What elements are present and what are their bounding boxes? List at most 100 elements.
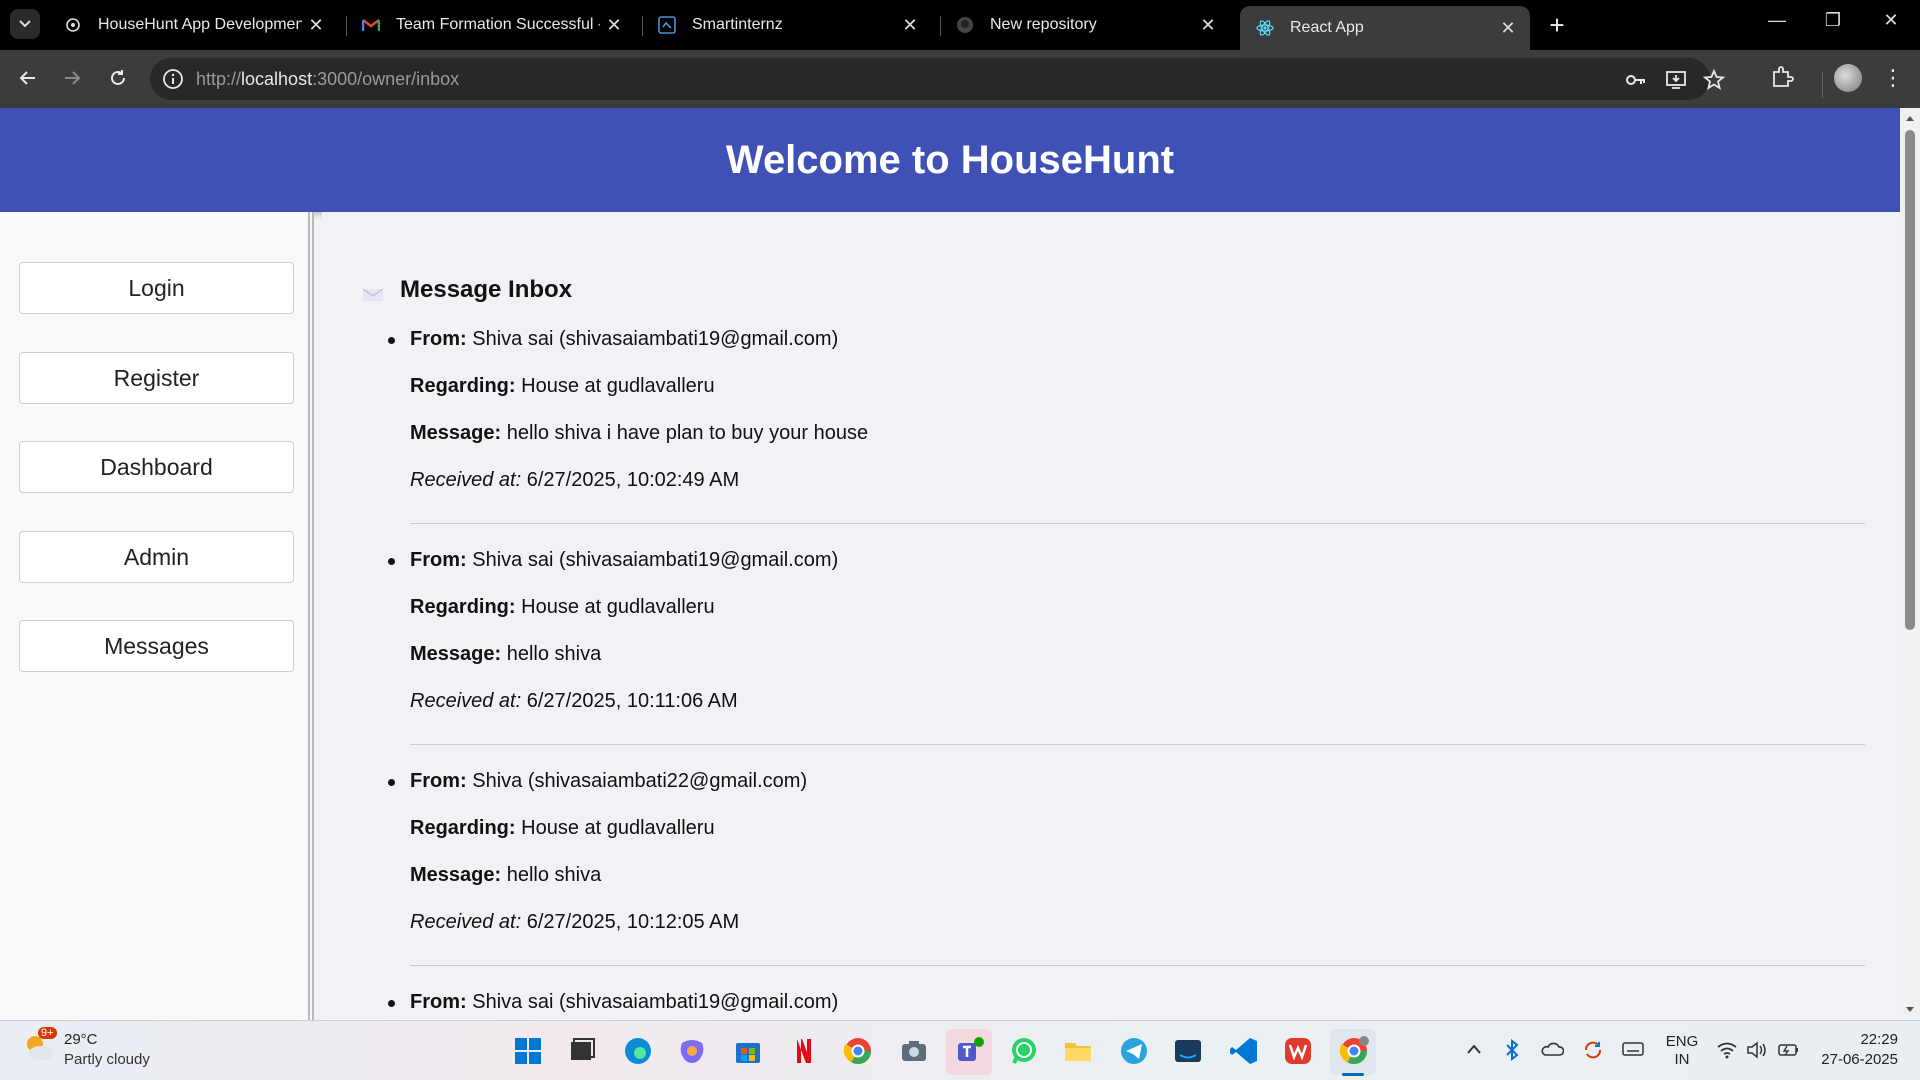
windows-start-icon[interactable]	[512, 1035, 544, 1067]
sidebar-register-button[interactable]: Register	[19, 352, 294, 404]
page-viewport: Welcome to HouseHunt Login Register Dash…	[0, 108, 1920, 1020]
message-regarding: Regarding: House at gudlavalleru	[410, 375, 715, 398]
edge-browser-icon[interactable]	[622, 1035, 654, 1067]
onedrive-icon[interactable]	[1540, 1041, 1564, 1057]
github-icon	[956, 16, 974, 34]
received-label: Received at:	[410, 469, 522, 491]
sidebar-messages-button[interactable]: Messages	[19, 620, 294, 672]
bluetooth-icon[interactable]	[1504, 1039, 1520, 1061]
copilot-icon[interactable]	[676, 1035, 708, 1067]
password-key-icon[interactable]	[1624, 68, 1648, 92]
toolbar-divider	[1822, 72, 1823, 98]
list-bullet	[388, 337, 395, 344]
from-label: From:	[410, 770, 467, 792]
more-menu-icon[interactable]: ⋮	[1882, 64, 1904, 92]
url-host: localhost	[241, 69, 313, 89]
tab-title: HouseHunt App Development	[98, 16, 302, 33]
smartinternz-icon	[658, 16, 676, 34]
battery-icon[interactable]	[1776, 1041, 1800, 1059]
close-window-icon[interactable]: ✕	[1868, 10, 1914, 31]
task-view-icon[interactable]	[566, 1035, 598, 1067]
message-received: Received at: 6/27/2025, 10:12:05 AM	[410, 911, 739, 934]
tab-new-repository[interactable]: New repository ✕	[940, 7, 1230, 43]
from-value: Shiva (shivasaiambati22@gmail.com)	[472, 770, 808, 792]
message-divider	[410, 744, 1865, 745]
sync-icon[interactable]	[1582, 1039, 1604, 1061]
close-icon[interactable]: ✕	[896, 15, 924, 36]
browser-tab-bar: HouseHunt App Development ✕ Team Formati…	[0, 0, 1920, 50]
regarding-label: Regarding:	[410, 375, 516, 397]
close-icon[interactable]: ✕	[1194, 15, 1222, 36]
scrollbar-thumb[interactable]	[1905, 130, 1915, 630]
site-info-icon[interactable]	[162, 68, 184, 90]
close-icon[interactable]: ✕	[1494, 18, 1522, 39]
tab-smartinternz[interactable]: Smartinternz ✕	[642, 7, 932, 43]
extensions-puzzle-icon[interactable]	[1768, 64, 1796, 92]
browser-toolbar: http://localhost:3000/owner/inbox ⋮	[0, 50, 1920, 108]
bookmark-star-icon[interactable]	[1702, 68, 1726, 92]
profile-avatar[interactable]	[1834, 64, 1862, 92]
camera-icon[interactable]	[898, 1035, 930, 1067]
taskbar-clock[interactable]: 22:29 27-06-2025	[1818, 1031, 1898, 1068]
message-body: Message: hello shiva	[410, 643, 601, 666]
windows-taskbar: 9+ 29°C Partly cloudy ENG IN 22:29 27-06…	[0, 1020, 1920, 1080]
received-value: 6/27/2025, 10:12:05 AM	[526, 911, 740, 933]
from-value: Shiva sai (shivasaiambati19@gmail.com)	[472, 328, 839, 350]
message-regarding: Regarding: House at gudlavalleru	[410, 817, 715, 840]
scroll-up-icon[interactable]	[1905, 114, 1915, 122]
prime-video-icon[interactable]	[1172, 1035, 1204, 1067]
telegram-icon[interactable]	[1118, 1035, 1150, 1067]
volume-icon[interactable]	[1746, 1041, 1768, 1059]
message-regarding: Regarding: House at gudlavalleru	[410, 596, 715, 619]
vscode-icon[interactable]	[1228, 1035, 1260, 1067]
language-indicator[interactable]: ENG IN	[1664, 1033, 1700, 1069]
whatsapp-icon[interactable]	[1008, 1035, 1040, 1067]
microsoft-store-icon[interactable]	[732, 1035, 764, 1067]
install-app-icon[interactable]	[1664, 68, 1688, 92]
restore-icon[interactable]: ❐	[1810, 10, 1856, 31]
scroll-down-icon[interactable]	[1905, 1006, 1915, 1014]
message-received: Received at: 6/27/2025, 10:11:06 AM	[410, 690, 738, 713]
tab-search-button[interactable]	[10, 9, 40, 39]
list-bullet	[388, 779, 395, 786]
chrome-profile-icon[interactable]	[1338, 1035, 1370, 1067]
message-divider	[410, 523, 1865, 524]
file-explorer-icon[interactable]	[1062, 1035, 1094, 1067]
sidebar-admin-button[interactable]: Admin	[19, 531, 294, 583]
reload-icon[interactable]	[102, 62, 134, 94]
wps-office-icon[interactable]	[1282, 1035, 1314, 1067]
back-arrow-icon[interactable]	[12, 62, 44, 94]
teams-icon[interactable]	[954, 1035, 986, 1067]
message-value: hello shiva	[506, 864, 602, 886]
close-icon[interactable]: ✕	[302, 15, 330, 36]
url-path: :3000/owner/inbox	[312, 69, 460, 89]
chrome-icon[interactable]	[842, 1035, 874, 1067]
list-bullet	[388, 1000, 395, 1007]
clock-date: 27-06-2025	[1821, 1051, 1898, 1068]
address-bar[interactable]: http://localhost:3000/owner/inbox	[150, 58, 1726, 100]
chevron-up-icon[interactable]	[1466, 1043, 1482, 1055]
tab-react-app[interactable]: React App ✕	[1240, 6, 1530, 50]
app-header: Welcome to HouseHunt	[0, 108, 1900, 212]
language-code: ENG	[1665, 1033, 1699, 1050]
message-received: Received at: 6/27/2025, 10:02:49 AM	[410, 469, 739, 492]
regarding-value: House at gudlavalleru	[521, 596, 715, 618]
tab-househunt-app-development[interactable]: HouseHunt App Development ✕	[48, 7, 338, 43]
page-scrollbar[interactable]	[1900, 108, 1920, 1020]
netflix-icon[interactable]	[788, 1035, 820, 1067]
language-region: IN	[1674, 1051, 1690, 1068]
keyboard-icon[interactable]	[1622, 1041, 1644, 1057]
sidebar-dashboard-button[interactable]: Dashboard	[19, 441, 294, 493]
chatgpt-icon	[64, 16, 82, 34]
minimize-icon[interactable]: —	[1754, 10, 1800, 31]
url-text[interactable]: http://localhost:3000/owner/inbox	[196, 69, 459, 90]
new-tab-button[interactable]: +	[1542, 10, 1572, 41]
weather-widget[interactable]: 9+ 29°C Partly cloudy	[22, 1027, 150, 1070]
wifi-icon[interactable]	[1716, 1041, 1738, 1059]
tab-team-formation[interactable]: Team Formation Successful - Sr ✕	[346, 7, 636, 43]
forward-arrow-icon[interactable]	[56, 62, 88, 94]
clock-time: 22:29	[1860, 1031, 1898, 1048]
close-icon[interactable]: ✕	[600, 15, 628, 36]
from-label: From:	[410, 328, 467, 350]
sidebar-login-button[interactable]: Login	[19, 262, 294, 314]
